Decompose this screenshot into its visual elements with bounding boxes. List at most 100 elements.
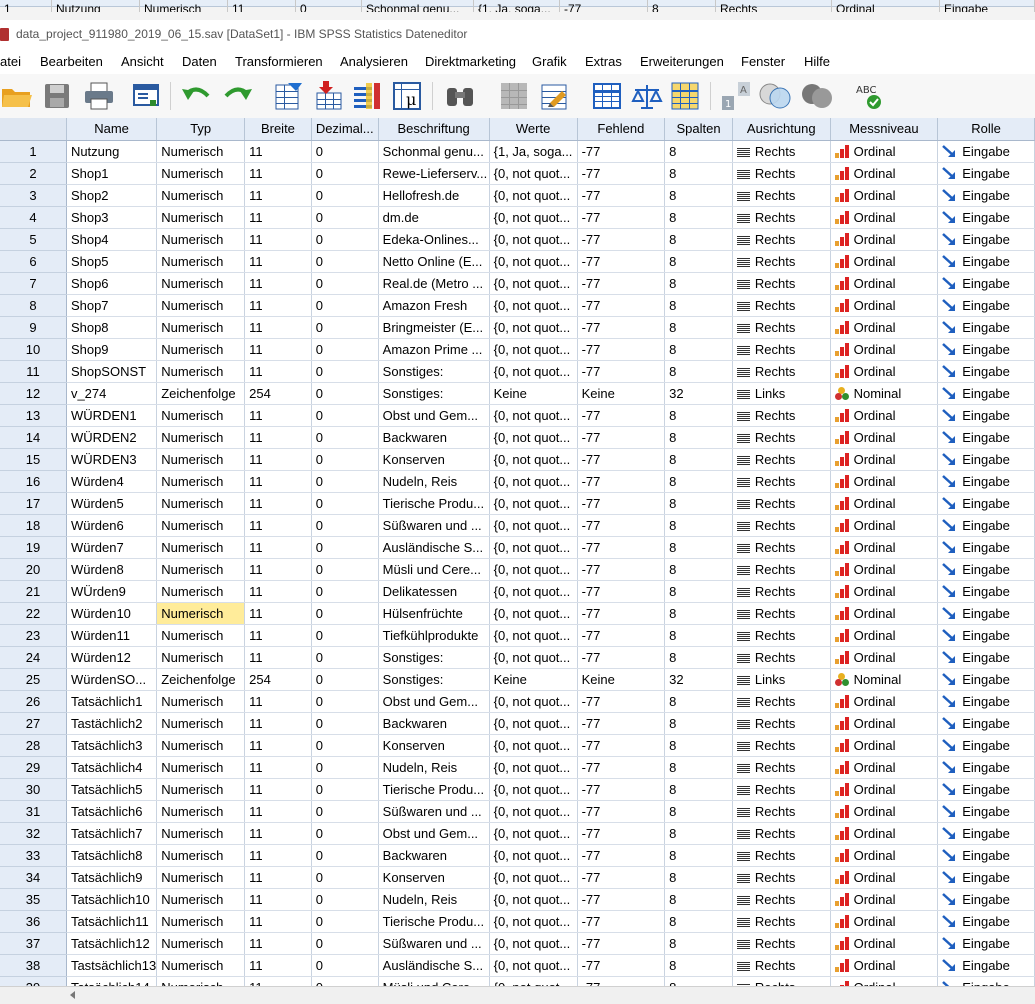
cell-spalten[interactable]: 8 (664, 580, 733, 603)
cell-name[interactable]: WÜRDEN3 (66, 448, 158, 471)
cell-fehlend[interactable]: -77 (577, 844, 666, 867)
cell-spalten[interactable]: 8 (664, 646, 733, 669)
cell-fehlend[interactable]: -77 (577, 800, 666, 823)
cell-beschriftung[interactable]: Sonstiges: (378, 382, 490, 405)
cell-name[interactable]: Shop2 (66, 184, 158, 207)
cell-rolle[interactable]: Eingabe (937, 822, 1035, 845)
cell-messniveau[interactable]: Ordinal (830, 294, 939, 317)
cell-ausrichtung[interactable]: Rechts (732, 272, 831, 295)
cell-name[interactable]: Shop5 (66, 250, 158, 273)
cell-messniveau[interactable]: Ordinal (830, 140, 939, 163)
split-file-icon[interactable] (590, 80, 624, 112)
cell-typ[interactable]: Numerisch (156, 844, 246, 867)
cell-typ[interactable]: Numerisch (156, 624, 246, 647)
cell-spalten[interactable]: 8 (664, 206, 733, 229)
cell-beschriftung[interactable]: Rewe-Lieferserv... (378, 162, 490, 185)
column-header-breite[interactable]: Breite (244, 118, 312, 141)
cell-spalten[interactable]: 8 (664, 778, 733, 801)
cell-ausrichtung[interactable]: Rechts (732, 360, 831, 383)
cell-beschriftung[interactable]: Konserven (378, 734, 490, 757)
cell-beschriftung[interactable]: Schonmal genu... (378, 140, 490, 163)
row-number[interactable]: 6 (0, 250, 67, 273)
cell-ausrichtung[interactable]: Rechts (732, 404, 831, 427)
cell-breite[interactable]: 11 (244, 514, 312, 537)
cell-rolle[interactable]: Eingabe (937, 712, 1035, 735)
cell-beschriftung[interactable]: Edeka-Onlines... (378, 228, 490, 251)
cell-breite[interactable]: 11 (244, 646, 312, 669)
cell-name[interactable]: Tatsächlich7 (66, 822, 158, 845)
cell-name[interactable]: Tatsächlich11 (66, 910, 158, 933)
cell-fehlend[interactable]: -77 (577, 536, 666, 559)
cell-fehlend[interactable]: -77 (577, 228, 666, 251)
cell-rolle[interactable]: Eingabe (937, 404, 1035, 427)
cell-rolle[interactable]: Eingabe (937, 228, 1035, 251)
row-number[interactable]: 25 (0, 668, 67, 691)
cell-werte[interactable]: {0, not quot... (489, 536, 578, 559)
cell-dez[interactable]: 0 (311, 602, 379, 625)
cell-fehlend[interactable]: -77 (577, 646, 666, 669)
cell-beschriftung[interactable]: Amazon Prime ... (378, 338, 490, 361)
cell-beschriftung[interactable]: Tierische Produ... (378, 492, 490, 515)
cell-werte[interactable]: {0, not quot... (489, 602, 578, 625)
row-number[interactable]: 4 (0, 206, 67, 229)
cell-rolle[interactable]: Eingabe (937, 756, 1035, 779)
cell-name[interactable]: Würden4 (66, 470, 158, 493)
cell-spalten[interactable]: 32 (664, 382, 733, 405)
cell-spalten[interactable]: 8 (664, 470, 733, 493)
cell-spalten[interactable]: 8 (664, 294, 733, 317)
cell-breite[interactable]: 11 (244, 448, 312, 471)
horizontal-scrollbar[interactable] (0, 986, 1035, 1004)
cell-typ[interactable]: Numerisch (156, 228, 246, 251)
cell-fehlend[interactable]: -77 (577, 514, 666, 537)
cell-werte[interactable]: {0, not quot... (489, 822, 578, 845)
cell-name[interactable]: Tastsächlich13 (66, 954, 158, 977)
cell-name[interactable]: Würden12 (66, 646, 158, 669)
cell-dez[interactable]: 0 (311, 470, 379, 493)
cell-name[interactable]: Würden8 (66, 558, 158, 581)
cell-name[interactable]: Tatsächlich9 (66, 866, 158, 889)
row-number[interactable]: 16 (0, 470, 67, 493)
cell-typ[interactable]: Numerisch (156, 778, 246, 801)
cell-dez[interactable]: 0 (311, 404, 379, 427)
save-icon[interactable] (40, 80, 74, 112)
cell-spalten[interactable]: 8 (664, 448, 733, 471)
cell-messniveau[interactable]: Ordinal (830, 580, 939, 603)
cell-name[interactable]: Würden10 (66, 602, 158, 625)
cell-dez[interactable]: 0 (311, 646, 379, 669)
cell-fehlend[interactable]: -77 (577, 426, 666, 449)
variables-icon[interactable] (350, 80, 384, 112)
cell-name[interactable]: Shop7 (66, 294, 158, 317)
cell-typ[interactable]: Numerisch (156, 756, 246, 779)
cell-breite[interactable]: 11 (244, 140, 312, 163)
undo-icon[interactable] (180, 80, 214, 112)
cell-typ[interactable]: Numerisch (156, 800, 246, 823)
cell-breite[interactable]: 11 (244, 602, 312, 625)
cell-messniveau[interactable]: Ordinal (830, 954, 939, 977)
cell-spalten[interactable]: 8 (664, 624, 733, 647)
cell-werte[interactable]: {0, not quot... (489, 228, 578, 251)
cell-breite[interactable]: 11 (244, 470, 312, 493)
descriptive-statistics-icon[interactable]: μ (390, 80, 424, 112)
cell-ausrichtung[interactable]: Rechts (732, 602, 831, 625)
cell-breite[interactable]: 11 (244, 866, 312, 889)
cell-typ[interactable]: Numerisch (156, 558, 246, 581)
cell-werte[interactable]: {0, not quot... (489, 888, 578, 911)
cell-werte[interactable]: {0, not quot... (489, 184, 578, 207)
cell-messniveau[interactable]: Ordinal (830, 558, 939, 581)
cell-rolle[interactable]: Eingabe (937, 470, 1035, 493)
cell-name[interactable]: WürdenSO... (66, 668, 158, 691)
weight-cases-icon[interactable] (630, 80, 664, 112)
cell-beschriftung[interactable]: Obst und Gem... (378, 690, 490, 713)
cell-breite[interactable]: 254 (244, 382, 312, 405)
menu-item-hilfe[interactable]: Hilfe (804, 54, 830, 69)
cell-messniveau[interactable]: Ordinal (830, 932, 939, 955)
cell-breite[interactable]: 11 (244, 316, 312, 339)
cell-messniveau[interactable]: Ordinal (830, 206, 939, 229)
cell-spalten[interactable]: 8 (664, 734, 733, 757)
cell-beschriftung[interactable]: Backwaren (378, 844, 490, 867)
cell-breite[interactable]: 11 (244, 580, 312, 603)
cell-werte[interactable]: Keine (489, 668, 578, 691)
cell-werte[interactable]: {0, not quot... (489, 932, 578, 955)
cell-fehlend[interactable]: -77 (577, 624, 666, 647)
cell-messniveau[interactable]: Ordinal (830, 822, 939, 845)
